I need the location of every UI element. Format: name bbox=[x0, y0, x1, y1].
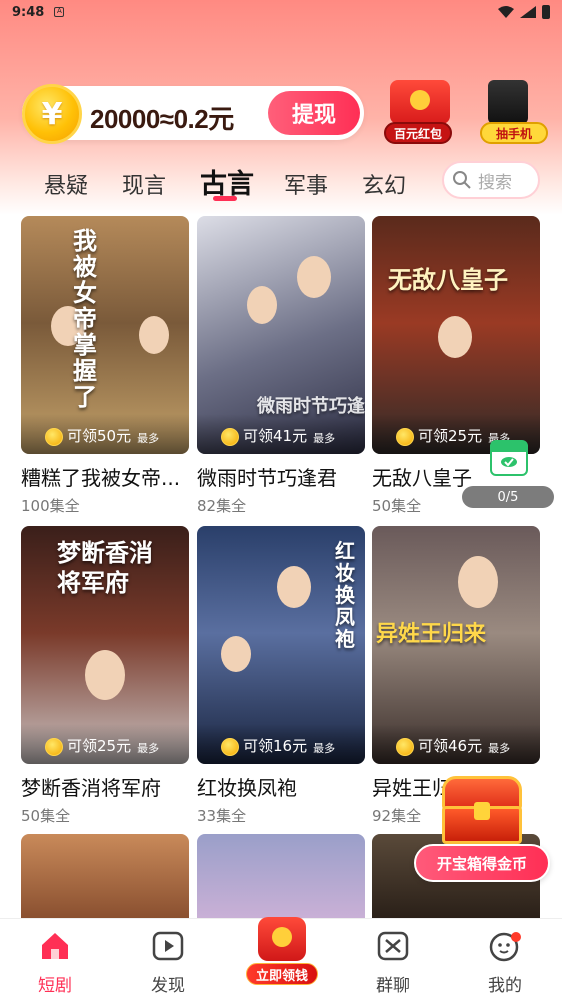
drama-title[interactable]: 糟糕了我被女帝... bbox=[21, 462, 189, 491]
gold-coin-icon bbox=[221, 738, 239, 756]
tab-suspense[interactable]: 悬疑 bbox=[44, 168, 88, 200]
coin-balance-bar[interactable]: ¥ 20000≈0.2元 提现 bbox=[22, 84, 364, 144]
poster-title: 异姓王归来 bbox=[376, 621, 487, 647]
coin-symbol: ¥ bbox=[41, 96, 63, 132]
withdraw-button[interactable]: 提现 bbox=[268, 91, 360, 135]
drama-card[interactable] bbox=[21, 834, 189, 918]
money-bag-icon bbox=[258, 917, 306, 961]
poster-title: 无敌八皇子 bbox=[388, 265, 508, 294]
tab-fantasy[interactable]: 玄幻 bbox=[362, 168, 406, 200]
nav-label: 我的 bbox=[488, 976, 522, 996]
reward-badge: 可领25元 最多 bbox=[21, 724, 189, 764]
bottom-navigation: 短剧 发现 立即领钱 群聊 我的 bbox=[0, 917, 562, 999]
redpack-promo[interactable]: 百元红包 bbox=[380, 80, 460, 146]
drama-title[interactable]: 红妆换凤袍 bbox=[197, 772, 365, 801]
signal-icon bbox=[520, 6, 536, 18]
open-chest-button[interactable]: 开宝箱得金币 bbox=[414, 844, 550, 882]
gold-coin-icon bbox=[45, 738, 63, 756]
reward-amount: 可领41元 bbox=[243, 427, 308, 445]
status-time: 9:48 bbox=[12, 4, 45, 20]
drama-poster[interactable]: 微雨时节巧逢君 可领41元 最多 bbox=[197, 216, 365, 454]
nav-label: 发现 bbox=[151, 976, 185, 996]
status-bar: 9:48 A bbox=[0, 0, 562, 24]
reward-max-label: 最多 bbox=[137, 432, 160, 445]
gold-coin-icon bbox=[221, 428, 239, 446]
gold-coin-icon bbox=[45, 428, 63, 446]
drama-title[interactable]: 梦断香消将军府 bbox=[21, 772, 189, 801]
reward-amount: 可领25元 bbox=[67, 737, 132, 755]
nav-profile[interactable]: 我的 bbox=[470, 929, 540, 996]
profile-icon bbox=[489, 932, 521, 962]
drama-card[interactable]: 红妆换凤袍 可领16元 最多 红妆换凤袍 33集全 bbox=[197, 526, 365, 826]
drama-poster[interactable]: 无敌八皇子 可领25元 最多 bbox=[372, 216, 540, 454]
nav-label: 群聊 bbox=[376, 976, 410, 996]
reward-badge: 可领16元 最多 bbox=[197, 724, 365, 764]
task-progress: 0/5 bbox=[462, 486, 554, 508]
tab-modern-romance[interactable]: 现言 bbox=[122, 168, 166, 200]
search-placeholder: 搜索 bbox=[478, 172, 512, 193]
reward-amount: 可领16元 bbox=[243, 737, 308, 755]
phone-lottery-promo[interactable]: 抽手机 bbox=[476, 80, 556, 146]
nav-discover[interactable]: 发现 bbox=[133, 929, 203, 996]
gold-coin-icon: ¥ bbox=[22, 84, 82, 144]
reward-max-label: 最多 bbox=[137, 742, 160, 755]
drama-poster[interactable] bbox=[197, 834, 365, 918]
treasure-chest-icon[interactable] bbox=[436, 776, 528, 848]
nav-short-drama[interactable]: 短剧 bbox=[20, 929, 90, 996]
reward-badge: 可领41元 最多 bbox=[197, 414, 365, 454]
play-icon bbox=[152, 931, 184, 961]
search-input[interactable]: 搜索 bbox=[442, 161, 540, 199]
episode-count: 82集全 bbox=[197, 497, 247, 515]
episode-count: 100集全 bbox=[21, 497, 80, 515]
drama-card[interactable]: 微雨时节巧逢君 可领41元 最多 微雨时节巧逢君 82集全 bbox=[197, 216, 365, 516]
reward-badge: 可领50元 最多 bbox=[21, 414, 189, 454]
coin-balance-text: 20000≈0.2元 bbox=[90, 104, 234, 134]
episode-count: 33集全 bbox=[197, 807, 247, 825]
poster-title: 红妆换凤袍 bbox=[335, 539, 355, 651]
check-icon bbox=[501, 457, 517, 467]
reward-max-label: 最多 bbox=[313, 742, 336, 755]
drama-card[interactable] bbox=[197, 834, 365, 918]
search-icon bbox=[453, 171, 471, 189]
drama-poster[interactable] bbox=[21, 834, 189, 918]
phone-lottery-label: 抽手机 bbox=[480, 122, 548, 144]
nav-label: 短剧 bbox=[38, 976, 72, 996]
episode-count: 50集全 bbox=[21, 807, 71, 825]
notification-icon: A bbox=[54, 7, 65, 17]
group-chat-icon bbox=[377, 931, 409, 961]
redpack-label: 百元红包 bbox=[384, 122, 452, 144]
reward-badge: 可领46元 最多 bbox=[372, 724, 540, 764]
battery-icon bbox=[542, 5, 550, 19]
reward-amount: 可领50元 bbox=[67, 427, 132, 445]
phone-icon bbox=[488, 80, 528, 124]
nav-group-chat[interactable]: 群聊 bbox=[358, 929, 428, 996]
poster-title: 梦断香消将军府 bbox=[57, 538, 153, 597]
nav-claim-money[interactable]: 立即领钱 bbox=[246, 911, 318, 991]
tab-military[interactable]: 军事 bbox=[284, 168, 328, 200]
gold-coin-icon bbox=[396, 428, 414, 446]
watch-task-widget[interactable] bbox=[490, 440, 528, 476]
home-icon bbox=[42, 933, 68, 959]
drama-poster[interactable]: 异姓王归来 可领46元 最多 bbox=[372, 526, 540, 764]
poster-title: 我被女帝掌握了 bbox=[73, 226, 97, 411]
drama-title[interactable]: 微雨时节巧逢君 bbox=[197, 462, 365, 491]
drama-card[interactable]: 梦断香消将军府 可领25元 最多 梦断香消将军府 50集全 bbox=[21, 526, 189, 826]
active-tab-indicator bbox=[213, 196, 237, 201]
reward-amount: 可领46元 bbox=[418, 737, 483, 755]
drama-poster[interactable]: 红妆换凤袍 可领16元 最多 bbox=[197, 526, 365, 764]
reward-max-label: 最多 bbox=[313, 432, 336, 445]
drama-poster[interactable]: 梦断香消将军府 可领25元 最多 bbox=[21, 526, 189, 764]
drama-poster[interactable]: 我被女帝掌握了 可领50元 最多 bbox=[21, 216, 189, 454]
red-envelope-icon bbox=[390, 80, 450, 124]
wifi-icon bbox=[498, 6, 514, 18]
gold-coin-icon bbox=[396, 738, 414, 756]
nav-label: 立即领钱 bbox=[246, 963, 318, 985]
reward-max-label: 最多 bbox=[488, 742, 511, 755]
drama-card[interactable]: 我被女帝掌握了 可领50元 最多 糟糕了我被女帝... 100集全 bbox=[21, 216, 189, 516]
reward-amount: 可领25元 bbox=[418, 427, 483, 445]
